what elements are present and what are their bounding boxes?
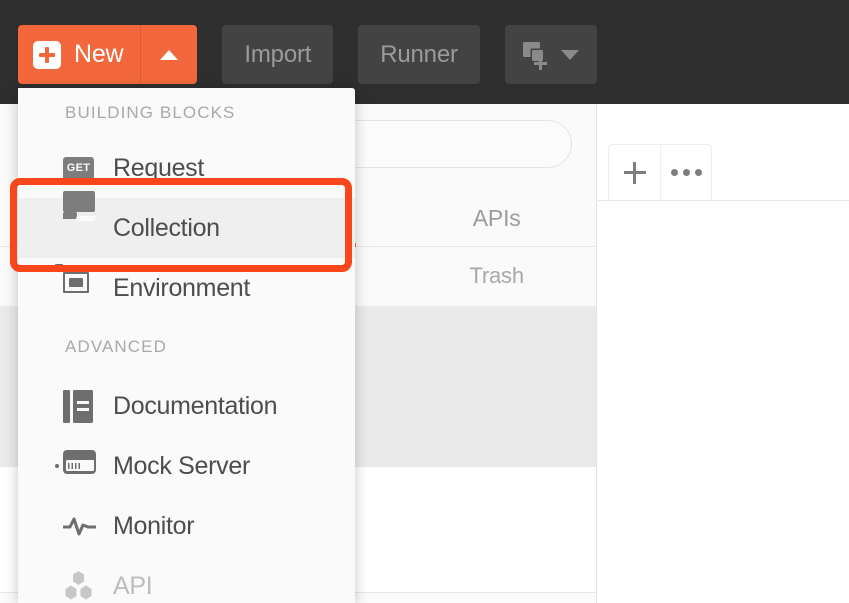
sidebar-tab-apis[interactable]: APIs (397, 190, 596, 246)
new-button[interactable]: New (18, 25, 198, 84)
new-window-icon (522, 41, 549, 70)
content-panel (598, 104, 849, 603)
new-button-caret[interactable] (140, 25, 197, 84)
menu-item-api-label: API (113, 571, 153, 600)
runner-button[interactable]: Runner (358, 25, 480, 84)
import-button[interactable]: Import (222, 25, 334, 84)
server-icon (55, 449, 96, 483)
new-tab-button[interactable] (608, 144, 660, 200)
content-divider (598, 200, 849, 201)
menu-section-advanced-title: ADVANCED (65, 337, 168, 356)
menu-item-collection[interactable]: Collection (18, 190, 355, 258)
menu-item-request-label: Request (113, 153, 205, 182)
menu-item-api[interactable]: API (18, 556, 355, 603)
menu-item-mock-server-label: Mock Server (113, 451, 251, 480)
menu-item-monitor[interactable]: Monitor (18, 496, 355, 556)
menu-item-collection-label: Collection (113, 213, 220, 242)
menu-item-request[interactable]: GET Request (18, 138, 355, 198)
book-icon (63, 389, 96, 423)
new-dropdown-menu: BUILDING BLOCKS GET Request Collection E… (18, 88, 355, 603)
pulse-icon (62, 510, 97, 543)
get-request-icon: GET (63, 152, 96, 185)
menu-item-mock-server[interactable]: Mock Server (18, 436, 355, 496)
caret-up-icon (160, 49, 179, 60)
menu-section-building-blocks-title: BUILDING BLOCKS (65, 103, 236, 122)
plus-square-icon (33, 40, 61, 69)
sidebar-subtab-trash[interactable]: Trash (397, 246, 596, 306)
menu-item-documentation[interactable]: Documentation (18, 376, 355, 436)
menu-item-documentation-label: Documentation (113, 391, 278, 420)
tab-options-button[interactable] (660, 144, 712, 200)
new-button-main[interactable]: New (18, 25, 140, 84)
new-button-label: New (74, 40, 124, 68)
caret-down-icon (560, 49, 579, 60)
runner-button-label: Runner (380, 40, 458, 68)
ellipsis-icon (670, 169, 702, 176)
import-button-label: Import (244, 40, 312, 68)
menu-item-environment[interactable]: Environment (18, 258, 355, 318)
menu-item-environment-label: Environment (113, 273, 251, 302)
folder-icon (63, 190, 97, 245)
request-tab-strip (608, 144, 712, 201)
header-button-group: New Import Runner (18, 25, 597, 84)
plus-icon (623, 161, 646, 184)
environment-icon (55, 263, 96, 305)
postman-app-window: New Import Runner APIs Trash BUILDING BL… (0, 0, 849, 603)
get-badge-text: GET (66, 162, 91, 174)
menu-item-monitor-label: Monitor (113, 511, 195, 540)
new-window-button[interactable] (504, 25, 597, 84)
hexagons-icon (63, 570, 96, 603)
